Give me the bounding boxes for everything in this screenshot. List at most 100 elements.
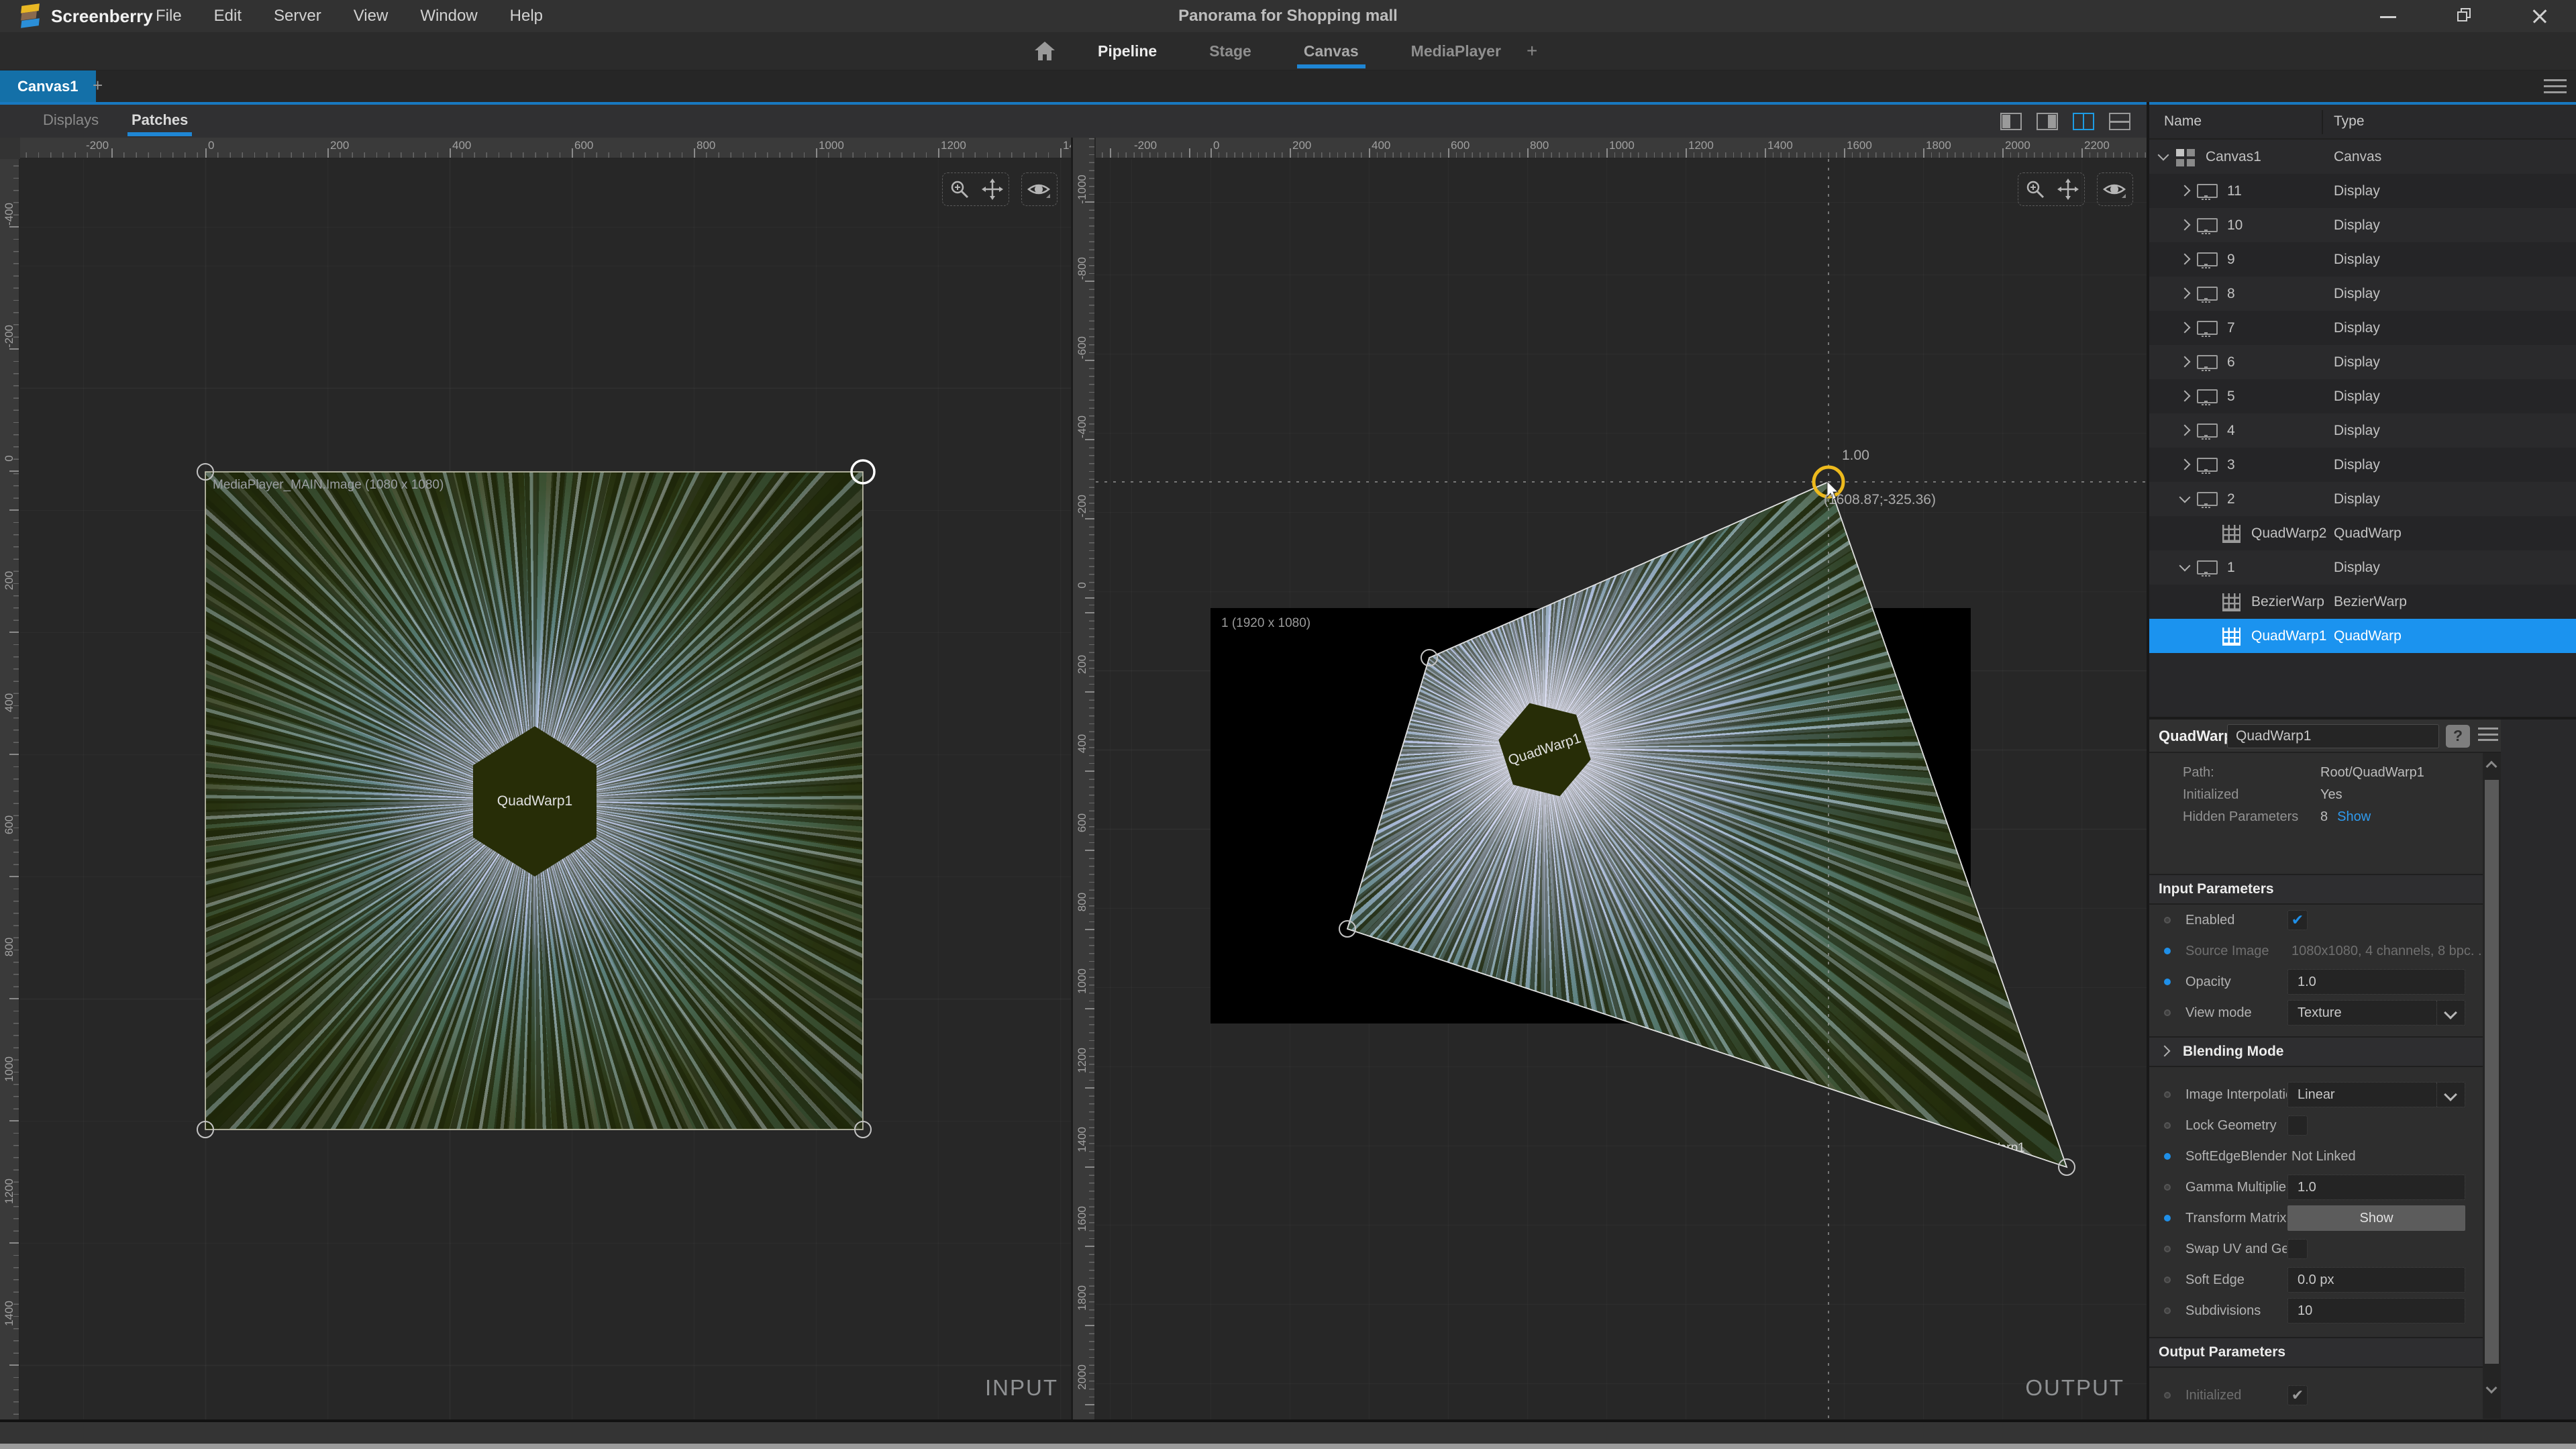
- param-checkbox[interactable]: [2287, 1385, 2308, 1405]
- show-hidden-link[interactable]: Show: [2337, 809, 2371, 832]
- input-canvas[interactable]: MediaPlayer_MAIN.Image (1080 x 1080) Qua…: [20, 159, 1071, 1419]
- ruler-label: 1000: [1076, 961, 1089, 1001]
- ruler-label: -200: [3, 316, 16, 356]
- table-row[interactable]: 5 Display: [2149, 379, 2576, 413]
- table-row[interactable]: QuadWarp1 QuadWarp: [2149, 619, 2576, 653]
- chevron-icon[interactable]: [2176, 491, 2196, 508]
- minimize-button[interactable]: [2351, 0, 2426, 32]
- scrollbar-thumb[interactable]: [2485, 780, 2499, 1364]
- param-label: Opacity: [2185, 975, 2287, 990]
- table-row[interactable]: 2 Display: [2149, 482, 2576, 516]
- table-row[interactable]: QuadWarp2 QuadWarp: [2149, 516, 2576, 550]
- param-led-indicator: [2164, 1215, 2171, 1221]
- tab-patches[interactable]: Patches: [132, 111, 188, 129]
- main-tab-strip: Pipeline Stage Canvas MediaPlayer +: [0, 32, 2576, 70]
- table-row[interactable]: 10 Display: [2149, 208, 2576, 242]
- node-name: 5: [2227, 389, 2235, 405]
- table-row[interactable]: 3 Display: [2149, 448, 2576, 482]
- help-icon[interactable]: ?: [2446, 725, 2470, 748]
- node-type-icon: [2220, 627, 2242, 646]
- pan-tool-icon[interactable]: [2051, 172, 2084, 206]
- chevron-icon[interactable]: [2176, 319, 2196, 337]
- node-name: 7: [2227, 320, 2235, 336]
- zoom-tool-icon[interactable]: [2018, 172, 2051, 206]
- section-blending-mode[interactable]: Blending Mode: [2149, 1036, 2501, 1067]
- chevron-icon[interactable]: [2176, 183, 2196, 200]
- chevron-icon[interactable]: [2176, 422, 2196, 440]
- chevron-icon[interactable]: [2155, 148, 2175, 166]
- layout-horizontal-split-icon[interactable]: [2109, 113, 2130, 130]
- main-tab[interactable]: MediaPlayer: [1407, 33, 1505, 70]
- hamburger-menu-icon[interactable]: [2544, 79, 2567, 94]
- output-viewport[interactable]: -200020040060080010001200140016001800200…: [1096, 138, 2147, 1419]
- param-checkbox[interactable]: [2287, 910, 2308, 930]
- visibility-eye-icon[interactable]: [2098, 172, 2131, 206]
- table-row[interactable]: 6 Display: [2149, 345, 2576, 379]
- pan-tool-icon[interactable]: [976, 172, 1009, 206]
- node-type-icon: [2220, 524, 2242, 543]
- chevron-icon[interactable]: [2176, 456, 2196, 474]
- param-row: Lock Geometry: [2149, 1110, 2501, 1141]
- show-matrix-button[interactable]: Show: [2287, 1205, 2465, 1231]
- main-tab[interactable]: Stage: [1205, 33, 1255, 70]
- chevron-right-icon: [2156, 1043, 2173, 1060]
- hamburger-menu-icon[interactable]: [2478, 728, 2498, 744]
- param-list: Image Interpolation Linear Lock Geometry: [2149, 1079, 2501, 1326]
- param-row: SoftEdgeBlender Not Linked: [2149, 1141, 2501, 1172]
- section-title: Blending Mode: [2183, 1044, 2284, 1060]
- section-title: Output Parameters: [2159, 1344, 2285, 1360]
- input-viewport[interactable]: -2000200400600800100012001400 -400-20002…: [0, 138, 1071, 1419]
- scroll-up-icon[interactable]: [2486, 761, 2497, 772]
- ruler-label: 1000: [1609, 139, 1635, 152]
- layout-vertical-split-icon[interactable]: [2073, 113, 2094, 130]
- table-row[interactable]: 7 Display: [2149, 311, 2576, 345]
- main-tab[interactable]: Pipeline: [1094, 33, 1161, 70]
- param-label: Gamma Multiplier: [2185, 1180, 2287, 1195]
- param-input[interactable]: 10: [2287, 1298, 2465, 1323]
- restore-button[interactable]: [2426, 0, 2501, 32]
- table-row[interactable]: 4 Display: [2149, 413, 2576, 448]
- node-type: QuadWarp: [2334, 526, 2402, 542]
- zoom-tool-icon[interactable]: [943, 172, 976, 206]
- param-input[interactable]: 0.0 px: [2287, 1267, 2465, 1293]
- chevron-icon[interactable]: [2176, 388, 2196, 405]
- param-select[interactable]: Linear: [2287, 1082, 2465, 1107]
- node-type: Display: [2334, 457, 2380, 473]
- param-checkbox[interactable]: [2287, 1239, 2308, 1259]
- layout-right-panel-icon[interactable]: [2037, 113, 2058, 130]
- visibility-eye-icon[interactable]: [1022, 172, 1055, 206]
- chevron-icon[interactable]: [2176, 251, 2196, 268]
- table-row[interactable]: 9 Display: [2149, 242, 2576, 277]
- param-checkbox[interactable]: [2287, 1115, 2308, 1136]
- output-canvas[interactable]: 1 (1920 x 1080) QuadWarp1 QuadWarp1 1.00…: [1096, 159, 2147, 1419]
- horizontal-scrollbar[interactable]: [0, 1444, 2576, 1449]
- param-input[interactable]: 1.0: [2287, 969, 2465, 995]
- chevron-icon[interactable]: [2176, 285, 2196, 303]
- node-name-input[interactable]: QuadWarp1: [2227, 724, 2439, 748]
- home-icon[interactable]: [1033, 40, 1056, 62]
- table-row[interactable]: 8 Display: [2149, 277, 2576, 311]
- param-input[interactable]: 1.0: [2287, 1175, 2465, 1200]
- table-row[interactable]: 11 Display: [2149, 174, 2576, 208]
- tab-canvas1[interactable]: Canvas1: [0, 70, 96, 102]
- layout-left-panel-icon[interactable]: [2000, 113, 2022, 130]
- ruler-label: 800: [3, 927, 16, 967]
- add-canvas-button[interactable]: +: [93, 75, 103, 96]
- table-row[interactable]: BezierWarp BezierWarp: [2149, 585, 2576, 619]
- param-select[interactable]: Texture: [2287, 1000, 2465, 1026]
- ruler-label: 1400: [1063, 139, 1071, 152]
- scroll-down-icon[interactable]: [2486, 1383, 2497, 1394]
- close-button[interactable]: [2501, 0, 2576, 32]
- tab-displays[interactable]: Displays: [43, 111, 99, 129]
- param-led-indicator: [2164, 1392, 2171, 1399]
- column-divider[interactable]: [2322, 110, 2323, 134]
- add-tab-button[interactable]: +: [1527, 40, 1537, 62]
- chevron-icon[interactable]: [2176, 354, 2196, 371]
- chevron-icon[interactable]: [2176, 217, 2196, 234]
- scrollbar[interactable]: [2483, 753, 2501, 1419]
- main-tab[interactable]: Canvas: [1300, 33, 1363, 70]
- table-row[interactable]: 1 Display: [2149, 550, 2576, 585]
- chevron-icon[interactable]: [2176, 559, 2196, 577]
- table-row[interactable]: Canvas1 Canvas: [2149, 140, 2576, 174]
- ruler-label: -200: [1134, 139, 1157, 152]
